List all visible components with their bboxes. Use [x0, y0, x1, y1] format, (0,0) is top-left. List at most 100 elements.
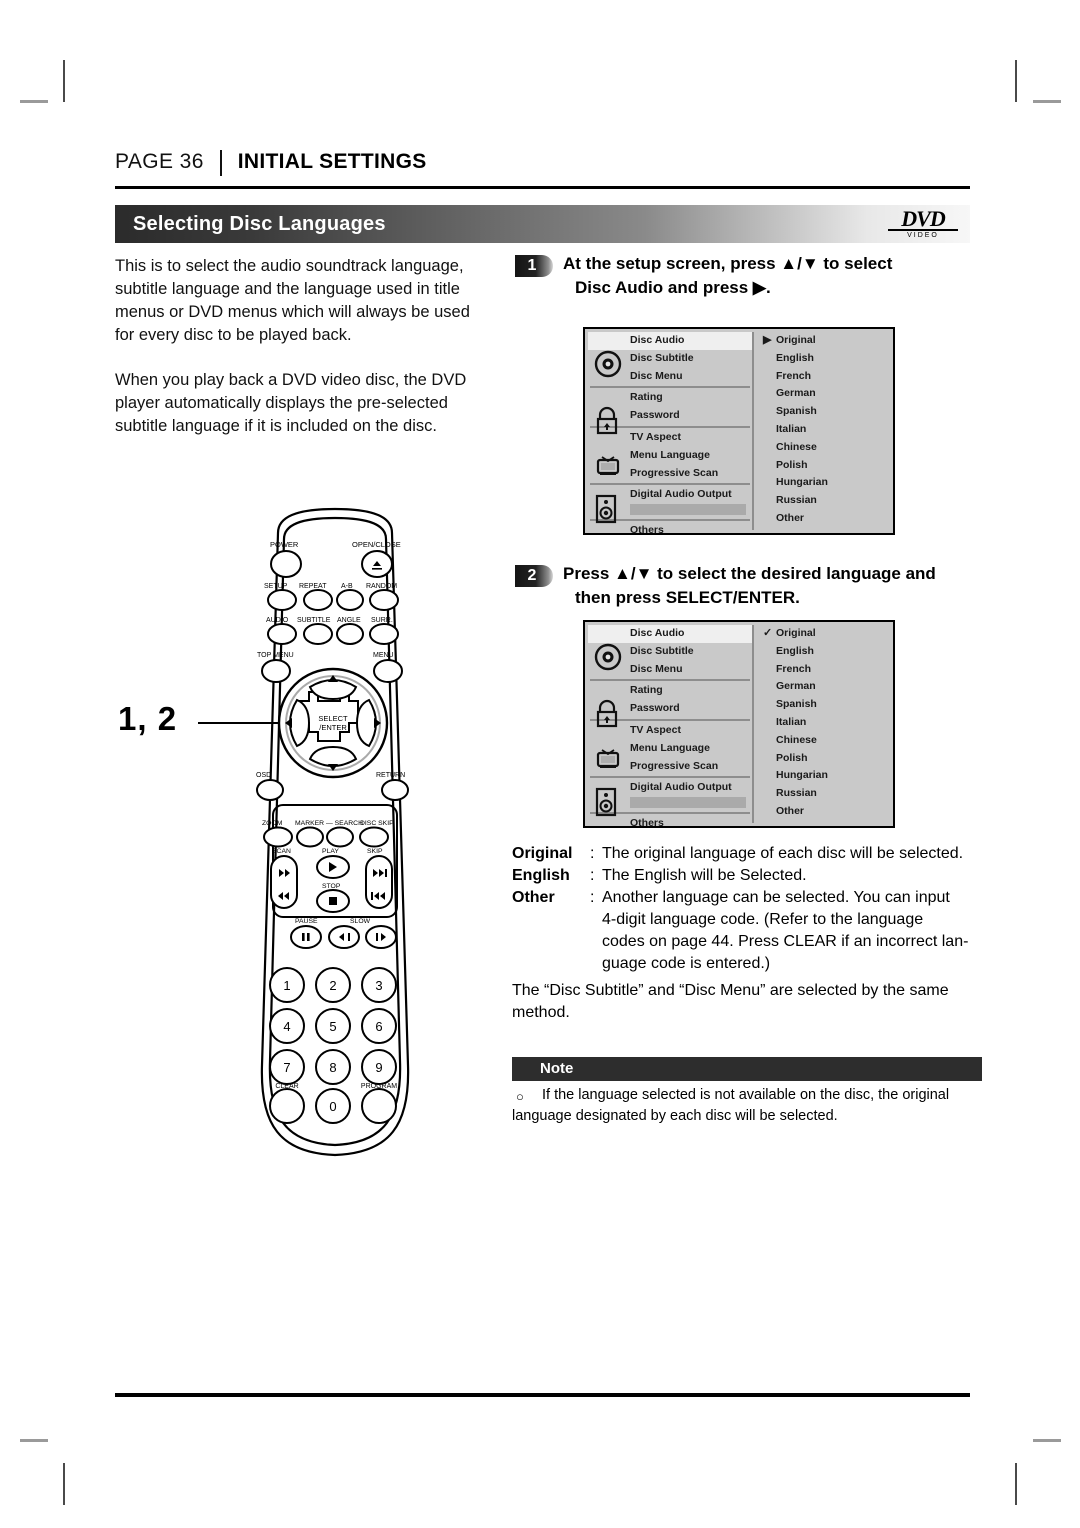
remote-label-random: RANDOM — [366, 583, 397, 590]
language-option-other[interactable]: Other — [762, 803, 890, 821]
setup-screen-1[interactable]: Disc Audio Disc Subtitle Disc Menu Ratin… — [583, 327, 895, 536]
language-option-french[interactable]: French — [762, 368, 890, 386]
language-option-italian[interactable]: Italian — [762, 421, 890, 439]
menu-item-disc-audio[interactable]: Disc Audio — [588, 332, 752, 350]
remote-button-pause — [290, 925, 322, 949]
page-title: Selecting Disc Languages — [133, 213, 386, 235]
language-option-other[interactable]: Other — [762, 510, 890, 528]
step-1-number: 1 — [515, 255, 553, 277]
language-label: Original — [776, 627, 816, 639]
pause-icon — [307, 933, 310, 941]
remote-button-setup — [267, 589, 297, 611]
remote-button-clear — [269, 1088, 305, 1124]
remote-label-top-menu: TOP MENU — [257, 652, 294, 659]
page-number: PAGE 36 — [115, 150, 204, 173]
step-2: 2 Press ▲/▼ to select the desired langua… — [515, 562, 985, 610]
note-label: Note — [540, 1060, 574, 1077]
remote-button-skip — [365, 855, 393, 909]
note-header-bar: Note — [512, 1057, 982, 1081]
language-option-english[interactable]: English — [762, 643, 890, 661]
remote-button-surr — [369, 623, 399, 645]
tv-icon — [594, 743, 622, 776]
remote-button-audio — [267, 623, 297, 645]
definition-english: English : The English will be Selected. — [512, 865, 982, 887]
stop-icon — [329, 897, 337, 905]
speaker-icon — [594, 494, 618, 529]
language-option-italian[interactable]: Italian — [762, 714, 890, 732]
definition-term: English — [512, 867, 570, 884]
remote-button-ab — [336, 589, 364, 611]
remote-button-right — [355, 698, 377, 748]
definition-colon: : — [590, 867, 595, 884]
language-option-chinese[interactable]: Chinese — [762, 439, 890, 457]
dvd-video-logo-icon: DVD VIDEO — [888, 206, 958, 241]
definition-term: Original — [512, 845, 573, 862]
note-body: ○ If the language selected is not availa… — [512, 1085, 982, 1127]
language-option-russian[interactable]: Russian — [762, 785, 890, 803]
language-option-hungarian[interactable]: Hungarian — [762, 767, 890, 785]
remote-label-enter: /ENTER — [319, 723, 347, 732]
intro-paragraph-2: When you play back a DVD video disc, the… — [115, 371, 467, 435]
dvd-logo-word: DVD — [901, 206, 945, 231]
remote-label-subtitle: SUBTITLE — [297, 617, 331, 624]
language-option-polish[interactable]: Polish — [762, 457, 890, 475]
setup-screen-2[interactable]: Disc Audio Disc Subtitle Disc Menu Ratin… — [583, 620, 895, 829]
remote-button-zoom — [263, 826, 293, 848]
remote-label-play: PLAY — [322, 848, 339, 855]
remote-control-diagram: POWER OPEN/CLOSE SETUP REPEAT A-B RANDOM… — [240, 505, 430, 1165]
header-rule — [115, 186, 970, 189]
footer-rule — [115, 1393, 970, 1397]
step-2-number: 2 — [515, 565, 553, 587]
svg-text:9: 9 — [375, 1060, 382, 1075]
language-column: ✓ Original English French German Spanish … — [754, 625, 890, 823]
menu-separator — [590, 776, 750, 779]
definition-continuation-2: codes on page 44. Press CLEAR if an inco… — [602, 933, 969, 950]
language-option-german[interactable]: German — [762, 678, 890, 696]
definition-text: The original language of each disc will … — [602, 845, 964, 862]
remote-label-open-close: OPEN/CLOSE — [352, 540, 401, 549]
remote-button-random — [369, 589, 399, 611]
step-2-text: Press ▲/▼ to select the desired language… — [563, 562, 936, 610]
language-option-hungarian[interactable]: Hungarian — [762, 474, 890, 492]
lock-icon — [594, 699, 620, 734]
language-option-spanish[interactable]: Spanish — [762, 696, 890, 714]
remote-button-disc-skip — [359, 826, 389, 848]
language-option-german[interactable]: German — [762, 385, 890, 403]
crop-mark-top-right-vertical — [1015, 60, 1017, 102]
language-option-spanish[interactable]: Spanish — [762, 403, 890, 421]
menu-item-disc-audio[interactable]: Disc Audio — [588, 625, 752, 643]
setup-menu-column: Disc Audio Disc Subtitle Disc Menu Ratin… — [588, 332, 752, 536]
language-label: Original — [776, 334, 816, 346]
remote-label-disc-skip: DISC SKIP — [360, 820, 394, 827]
language-option-french[interactable]: French — [762, 661, 890, 679]
menu-item-rating[interactable]: Rating — [588, 682, 752, 700]
svg-text:8: 8 — [329, 1060, 336, 1075]
remote-button-return — [381, 779, 409, 801]
language-option-original[interactable]: ✓ Original — [762, 625, 890, 643]
page-header: PAGE 36 INITIAL SETTINGS — [115, 150, 970, 176]
svg-text:6: 6 — [375, 1019, 382, 1034]
remote-label-audio: AUDIO — [266, 617, 289, 624]
remote-button-left — [289, 698, 311, 748]
language-option-original[interactable]: ▶ Original — [762, 332, 890, 350]
setup-menu-column: Disc Audio Disc Subtitle Disc Menu Ratin… — [588, 625, 752, 829]
remote-button-angle — [336, 623, 364, 645]
note-text: If the language selected is not availabl… — [512, 1087, 950, 1124]
step-1-text: At the setup screen, press ▲/▼ to select… — [563, 252, 892, 300]
language-option-polish[interactable]: Polish — [762, 750, 890, 768]
step-2-line-2: then press SELECT/ENTER. — [575, 588, 800, 607]
definition-text: The English will be Selected. — [602, 867, 807, 884]
svg-text:2: 2 — [329, 978, 336, 993]
section-title: INITIAL SETTINGS — [237, 150, 427, 173]
remote-label-skip: SKIP — [367, 848, 383, 855]
definitions-list: Original : The original language of each… — [512, 843, 982, 975]
language-option-russian[interactable]: Russian — [762, 492, 890, 510]
menu-item-rating[interactable]: Rating — [588, 389, 752, 407]
language-option-chinese[interactable]: Chinese — [762, 732, 890, 750]
language-option-english[interactable]: English — [762, 350, 890, 368]
menu-separator — [590, 483, 750, 486]
remote-label-repeat: REPEAT — [299, 583, 327, 590]
crop-mark-top-left-horizontal — [20, 100, 48, 103]
remote-label-marker-search: MARKER — SEARCH — [295, 820, 363, 827]
remote-label-stop: STOP — [322, 883, 341, 890]
